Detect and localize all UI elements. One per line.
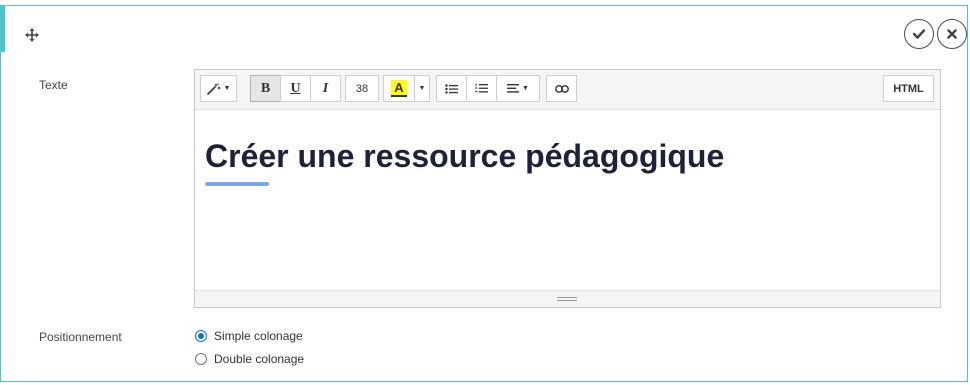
rich-text-editor: ▼ B U I 38 A ▼ ▼ HTML Créer une ressourc… bbox=[194, 69, 941, 308]
highlight-color-dropdown[interactable]: ▼ bbox=[414, 75, 430, 102]
insert-link-button[interactable] bbox=[546, 75, 577, 102]
highlight-color-button[interactable]: A bbox=[383, 75, 415, 102]
unordered-list-icon bbox=[445, 83, 458, 94]
content-heading[interactable]: Créer une ressource pédagogique bbox=[205, 138, 724, 175]
move-arrows-icon[interactable] bbox=[25, 28, 39, 42]
editor-content-area[interactable]: Créer une ressource pédagogique bbox=[195, 110, 940, 291]
numbered-list-button[interactable] bbox=[466, 75, 497, 102]
radio-button[interactable] bbox=[195, 330, 207, 342]
editor-toolbar: ▼ B U I 38 A ▼ ▼ HTML bbox=[195, 70, 940, 110]
checkmark-icon bbox=[913, 29, 925, 39]
italic-button[interactable]: I bbox=[310, 75, 341, 102]
card-accent-bar bbox=[0, 6, 5, 52]
chevron-down-icon: ▼ bbox=[522, 85, 529, 92]
validate-button[interactable] bbox=[904, 19, 934, 49]
positioning-field-label: Positionnement bbox=[39, 330, 122, 344]
highlight-letter: A bbox=[391, 80, 407, 97]
underline-button[interactable]: U bbox=[280, 75, 311, 102]
chevron-down-icon: ▼ bbox=[418, 85, 426, 92]
style-dropdown[interactable]: ▼ bbox=[200, 75, 237, 102]
font-size-button[interactable]: 38 bbox=[345, 75, 379, 102]
ordered-list-icon bbox=[475, 83, 488, 93]
spellcheck-underline bbox=[205, 182, 269, 186]
resize-grip-icon bbox=[557, 297, 577, 302]
bullet-list-button[interactable] bbox=[436, 75, 467, 102]
close-x-icon bbox=[947, 29, 957, 39]
html-source-button[interactable]: HTML bbox=[883, 75, 934, 102]
text-field-label: Texte bbox=[39, 78, 68, 92]
link-icon bbox=[554, 84, 569, 93]
chevron-down-icon: ▼ bbox=[223, 85, 231, 92]
radio-label: Simple colonage bbox=[214, 329, 303, 343]
radio-label: Double colonage bbox=[214, 352, 305, 366]
bold-button[interactable]: B bbox=[250, 75, 281, 102]
align-dropdown[interactable]: ▼ bbox=[496, 75, 540, 102]
editor-resize-handle[interactable] bbox=[195, 290, 940, 307]
magic-wand-icon bbox=[206, 83, 221, 95]
radio-option-simple-colonage[interactable]: Simple colonage bbox=[195, 329, 303, 343]
align-left-icon bbox=[507, 84, 520, 93]
close-button[interactable] bbox=[937, 19, 967, 49]
radio-button[interactable] bbox=[195, 353, 207, 365]
radio-option-double-colonage[interactable]: Double colonage bbox=[195, 352, 304, 366]
